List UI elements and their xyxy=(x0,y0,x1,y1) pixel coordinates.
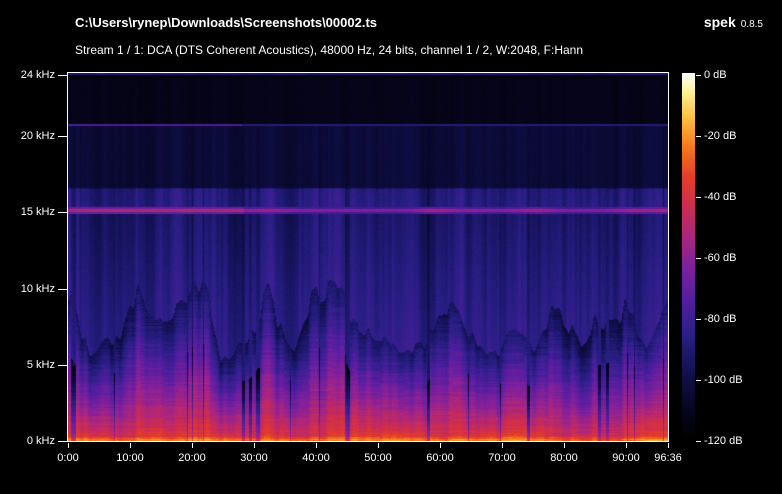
app-version: 0.8.5 xyxy=(741,19,763,30)
colorbar-label: -100 dB xyxy=(704,374,743,386)
colorbar-tick xyxy=(696,197,701,198)
colorbar-label: -60 dB xyxy=(704,252,736,264)
colorbar-tick xyxy=(696,136,701,137)
y-axis-tick xyxy=(58,365,67,366)
x-axis-tick xyxy=(440,443,441,448)
y-axis-tick xyxy=(58,441,67,442)
y-axis-label: 0 kHz xyxy=(0,435,55,447)
y-axis-tick xyxy=(58,75,67,76)
colorbar-tick xyxy=(696,258,701,259)
y-axis-tick xyxy=(58,212,67,213)
y-axis-label: 24 kHz xyxy=(0,69,55,81)
x-axis-tick xyxy=(626,443,627,448)
x-axis-label: 96:36 xyxy=(642,452,694,464)
spek-window: C:\Users\rynep\Downloads\Screenshots\000… xyxy=(0,0,782,494)
x-axis-tick xyxy=(668,443,669,448)
app-name: spek xyxy=(704,14,736,30)
y-axis-tick xyxy=(58,136,67,137)
x-axis-label: 30:00 xyxy=(228,452,280,464)
colorbar-tick xyxy=(696,380,701,381)
x-axis-tick xyxy=(130,443,131,448)
x-axis-label: 50:00 xyxy=(352,452,404,464)
stream-info: Stream 1 / 1: DCA (DTS Coherent Acoustic… xyxy=(75,43,583,57)
colorbar-label: -120 dB xyxy=(704,435,743,447)
colorbar-label: -80 dB xyxy=(704,313,736,325)
colorbar-tick xyxy=(696,319,701,320)
spectrogram-canvas xyxy=(67,72,669,442)
y-axis-tick xyxy=(58,289,67,290)
colorbar-label: -20 dB xyxy=(704,130,736,142)
colorbar-label: -40 dB xyxy=(704,191,736,203)
x-axis-tick xyxy=(502,443,503,448)
x-axis-label: 20:00 xyxy=(166,452,218,464)
x-axis-label: 70:00 xyxy=(476,452,528,464)
x-axis-tick xyxy=(68,443,69,448)
x-axis-tick xyxy=(192,443,193,448)
y-axis-label: 20 kHz xyxy=(0,130,55,142)
x-axis-label: 80:00 xyxy=(538,452,590,464)
y-axis-label: 5 kHz xyxy=(0,359,55,371)
x-axis-label: 60:00 xyxy=(414,452,466,464)
x-axis-tick xyxy=(564,443,565,448)
y-axis-label: 15 kHz xyxy=(0,206,55,218)
app-brand: spek 0.8.5 xyxy=(704,14,763,30)
colorbar-tick xyxy=(696,441,701,442)
x-axis-tick xyxy=(254,443,255,448)
x-axis-tick xyxy=(378,443,379,448)
colorbar-tick xyxy=(696,75,701,76)
x-axis-label: 40:00 xyxy=(290,452,342,464)
x-axis-tick xyxy=(316,443,317,448)
x-axis-label: 0:00 xyxy=(42,452,94,464)
colorbar-canvas xyxy=(682,73,695,441)
y-axis-label: 10 kHz xyxy=(0,283,55,295)
x-axis-label: 10:00 xyxy=(104,452,156,464)
colorbar-label: 0 dB xyxy=(704,69,727,81)
file-path: C:\Users\rynep\Downloads\Screenshots\000… xyxy=(75,15,377,30)
